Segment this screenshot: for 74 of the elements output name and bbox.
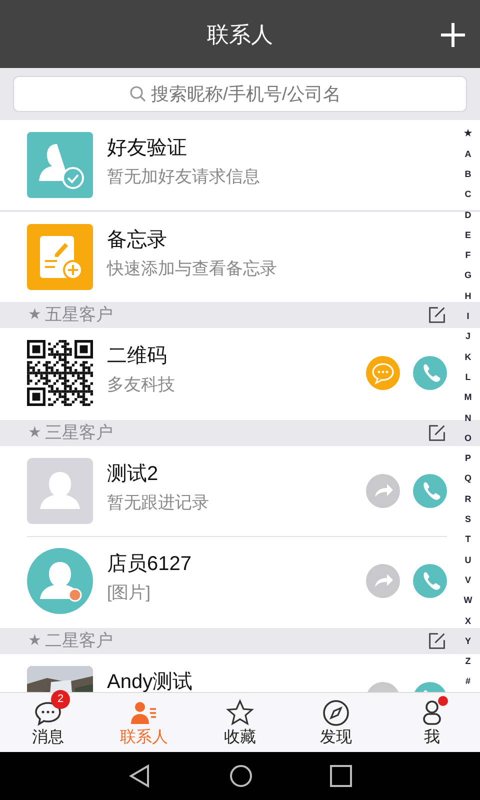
memo-icon[interactable] xyxy=(27,224,93,290)
index-letter[interactable]: U xyxy=(462,550,474,571)
index-letter[interactable]: Y xyxy=(462,631,474,652)
index-letter[interactable]: K xyxy=(462,347,474,368)
index-letter[interactable]: P xyxy=(462,448,474,470)
index-letter[interactable]: R xyxy=(462,489,474,510)
star-icon: ★ xyxy=(28,304,41,326)
contact-name: 二维码 xyxy=(107,344,168,368)
index-letter[interactable]: T xyxy=(462,530,474,550)
contact-name: 店员6127 xyxy=(107,552,192,576)
index-letter[interactable]: W xyxy=(462,590,474,612)
star-icon: ★ xyxy=(28,630,41,652)
friend-verify-icon[interactable] xyxy=(27,132,93,198)
contact-name: Andy测试 xyxy=(107,670,194,692)
index-letter[interactable]: B xyxy=(462,164,474,185)
index-letter[interactable]: E xyxy=(462,225,474,246)
index-letter[interactable]: F xyxy=(462,246,474,266)
screen-title: 联系人 xyxy=(207,20,273,48)
message-button[interactable] xyxy=(366,356,400,390)
search-input[interactable]: 搜索昵称/手机号/公司名 xyxy=(151,80,351,108)
compass-icon xyxy=(322,699,350,727)
index-letter[interactable]: V xyxy=(462,570,474,591)
index-letter[interactable]: M xyxy=(462,388,474,408)
index-letter[interactable]: I xyxy=(462,306,474,327)
index-letter[interactable]: X xyxy=(462,611,474,632)
edit-icon[interactable] xyxy=(428,424,446,442)
avatar-icon xyxy=(27,548,93,614)
edit-icon[interactable] xyxy=(428,306,446,324)
index-letter[interactable]: L xyxy=(462,368,474,388)
tab-button[interactable]: 我 xyxy=(384,693,480,752)
index-letter[interactable]: Q xyxy=(462,469,474,490)
group-label: 五星客户 xyxy=(45,304,114,326)
index-letter[interactable]: A xyxy=(462,144,474,165)
search-field[interactable]: 搜索昵称/手机号/公司名 xyxy=(13,76,467,112)
qr-code-avatar xyxy=(27,340,93,406)
index-letter[interactable]: N xyxy=(462,408,474,428)
tab-button[interactable]: 2 消息 xyxy=(0,693,96,752)
contact-subtitle: 暂无跟进记录 xyxy=(107,492,210,514)
contact-subtitle: 快速添加与查看备忘录 xyxy=(107,258,277,280)
search-icon xyxy=(129,85,147,103)
phone-button[interactable] xyxy=(413,564,447,598)
index-letter[interactable]: G xyxy=(462,266,474,286)
contact-subtitle: 多友科技 xyxy=(107,374,176,396)
star-icon xyxy=(226,699,254,727)
contact-name: 测试2 xyxy=(107,462,160,486)
index-letter[interactable]: C xyxy=(462,184,474,206)
forward-button[interactable] xyxy=(366,564,400,598)
notification-badge: 2 xyxy=(51,690,70,709)
add-icon[interactable] xyxy=(440,22,466,48)
index-letter[interactable]: Z xyxy=(462,652,474,672)
home-icon[interactable] xyxy=(228,764,253,788)
contact-subtitle: [图片] xyxy=(107,582,152,604)
index-letter[interactable]: ★ xyxy=(462,124,474,144)
index-letter[interactable]: J xyxy=(462,326,474,348)
index-letter[interactable]: S xyxy=(462,510,474,530)
forward-button[interactable] xyxy=(366,474,400,508)
index-letter[interactable]: O xyxy=(462,428,474,449)
edit-icon[interactable] xyxy=(428,632,446,650)
group-label: 二星客户 xyxy=(45,630,114,652)
index-letter[interactable]: H xyxy=(462,286,474,307)
index-letter[interactable]: # xyxy=(462,672,474,692)
avatar-placeholder-icon xyxy=(27,458,93,524)
tab-button[interactable]: 收藏 xyxy=(192,693,288,752)
phone-button[interactable] xyxy=(413,356,447,390)
index-letter[interactable]: D xyxy=(462,205,474,226)
contact-subtitle: 暂无加好友请求信息 xyxy=(107,166,260,188)
group-label: 三星客户 xyxy=(45,422,114,444)
contact-name: 备忘录 xyxy=(107,228,168,252)
contacts-icon xyxy=(130,699,158,727)
contact-name: 好友验证 xyxy=(107,136,188,160)
star-icon: ★ xyxy=(28,422,41,444)
recents-icon[interactable] xyxy=(330,765,352,787)
phone-button[interactable] xyxy=(413,474,447,508)
tab-button[interactable]: 发现 xyxy=(288,693,384,752)
